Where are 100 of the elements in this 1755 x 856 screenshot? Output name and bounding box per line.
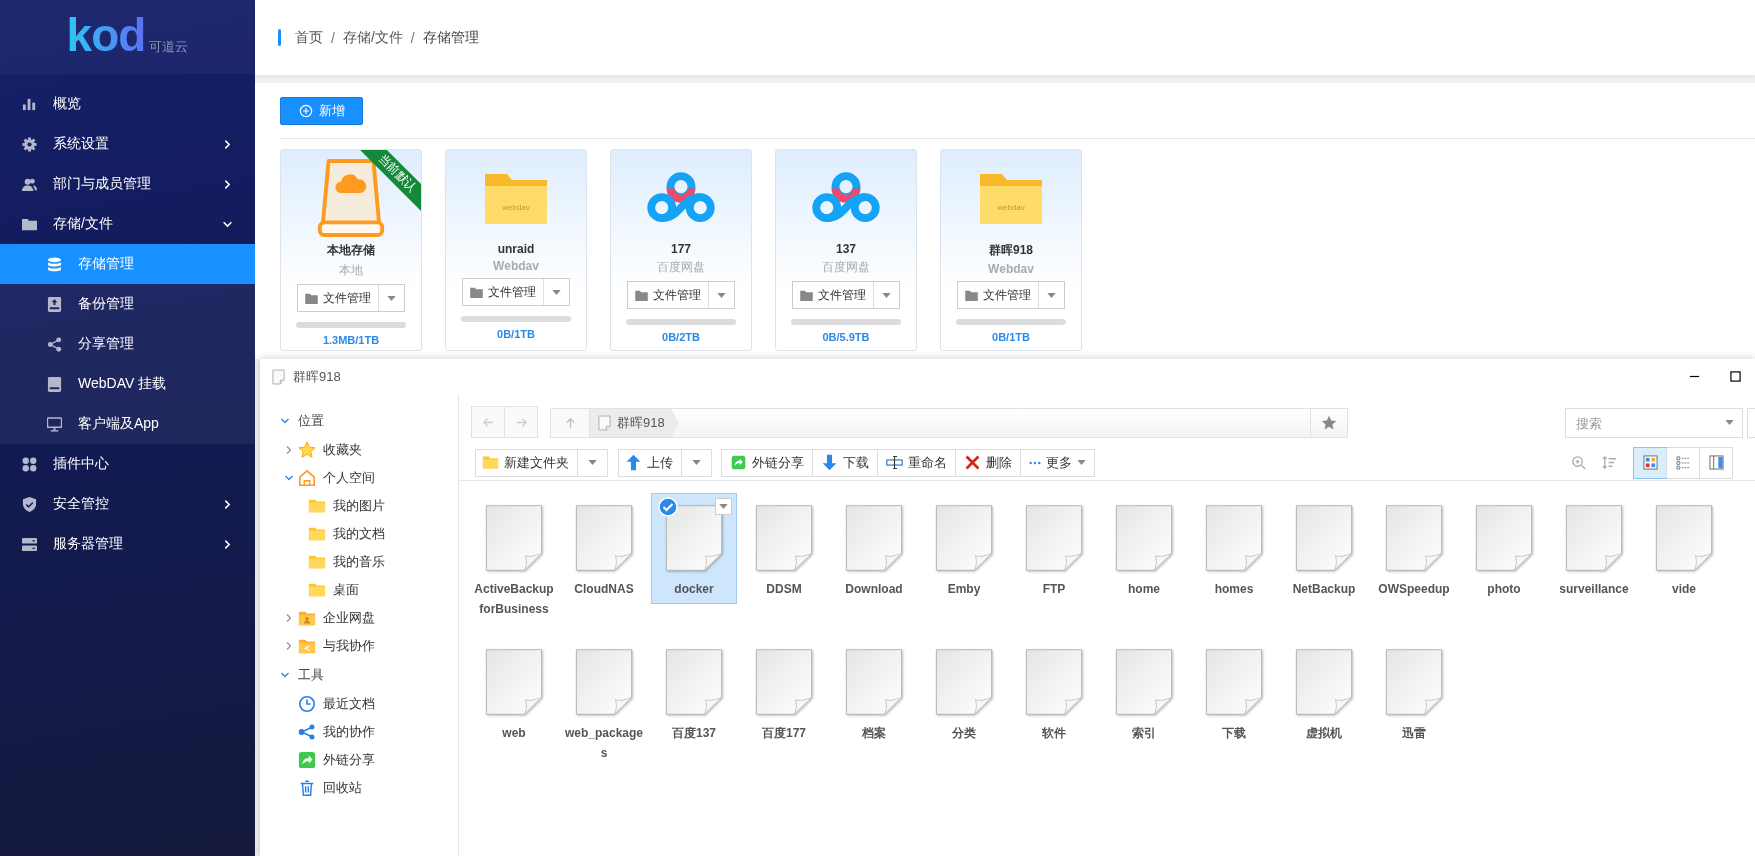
file-item[interactable]: 迅雷 bbox=[1371, 637, 1457, 748]
file-name: 索引 bbox=[1131, 725, 1157, 742]
file-item[interactable]: CloudNAS bbox=[561, 493, 647, 604]
file-manage-button[interactable]: 文件管理 bbox=[957, 281, 1065, 309]
file-item[interactable]: 下载 bbox=[1191, 637, 1277, 748]
file-item[interactable]: 档案 bbox=[831, 637, 917, 748]
storage-card[interactable]: 当前默认 本地存储 本地 文件管理 1.3MB/1TB bbox=[280, 149, 422, 351]
file-item[interactable]: ActiveBackupforBusiness bbox=[471, 493, 557, 624]
menu-item[interactable]: 存储/文件 bbox=[0, 204, 255, 244]
file-name: vide bbox=[1671, 581, 1697, 598]
breadcrumb-link[interactable]: 存储/文件 bbox=[342, 28, 403, 47]
storage-card[interactable]: webdav 群晖918 Webdav 文件管理 0B/1TB bbox=[940, 149, 1082, 351]
submenu-item[interactable]: 分享管理 bbox=[0, 324, 255, 364]
storage-name: 群晖918 bbox=[989, 242, 1033, 259]
menu-item[interactable]: 系统设置 bbox=[0, 124, 255, 164]
tree-item[interactable]: 最近文档 bbox=[260, 690, 458, 718]
file-name: web_packages bbox=[563, 725, 644, 762]
menu-item[interactable]: 安全管控 bbox=[0, 484, 255, 524]
file-item[interactable]: FTP bbox=[1011, 493, 1097, 604]
breadcrumb-link[interactable]: 存储管理 bbox=[422, 28, 479, 47]
search-field[interactable]: 搜索 bbox=[1565, 408, 1743, 438]
storage-type: 百度网盘 bbox=[822, 259, 870, 276]
submenu-item[interactable]: 备份管理 bbox=[0, 284, 255, 324]
tree-item[interactable]: 我的图片 bbox=[260, 492, 458, 520]
toolbar-split-button[interactable]: 新建文件夹 bbox=[475, 448, 608, 477]
tree-section-header[interactable]: 位置 bbox=[260, 406, 458, 436]
submenu-item[interactable]: WebDAV 挂载 bbox=[0, 364, 255, 404]
file-manage-button[interactable]: 文件管理 bbox=[627, 281, 735, 309]
storage-name: unraid bbox=[497, 242, 535, 256]
file-name: 百度137 bbox=[671, 725, 717, 742]
toolbar-button[interactable]: 更多 bbox=[1020, 448, 1095, 477]
file-item[interactable]: Download bbox=[831, 493, 917, 604]
file-item[interactable]: OWSpeedup bbox=[1371, 493, 1457, 604]
tree-item[interactable]: 与我协作 bbox=[260, 632, 458, 660]
file-item[interactable]: photo bbox=[1461, 493, 1547, 604]
file-name: 下载 bbox=[1221, 725, 1247, 742]
usage-text: 0B/1TB bbox=[497, 328, 535, 340]
file-item[interactable]: homes bbox=[1191, 493, 1277, 604]
tree-item[interactable]: 我的文档 bbox=[260, 520, 458, 548]
file-name: FTP bbox=[1041, 581, 1067, 598]
usage-text: 0B/5.9TB bbox=[822, 331, 870, 343]
file-item[interactable]: web bbox=[471, 637, 557, 748]
breadcrumb-separator: / bbox=[331, 29, 335, 46]
file-item[interactable]: 虚拟机 bbox=[1281, 637, 1367, 748]
file-item[interactable]: Emby bbox=[921, 493, 1007, 604]
file-item[interactable]: 索引 bbox=[1101, 637, 1187, 748]
breadcrumb-link[interactable]: 首页 bbox=[295, 28, 323, 47]
tree-section-header[interactable]: 工具 bbox=[260, 660, 458, 690]
file-item[interactable]: DDSM bbox=[741, 493, 827, 604]
file-item[interactable]: 分类 bbox=[921, 637, 1007, 748]
file-name: 分类 bbox=[951, 725, 977, 742]
file-manage-button[interactable]: 文件管理 bbox=[297, 284, 405, 312]
storage-type: Webdav bbox=[493, 259, 539, 273]
file-item[interactable]: web_packages bbox=[561, 637, 647, 768]
tree-item[interactable]: 外链分享 bbox=[260, 746, 458, 774]
storage-card[interactable]: 177 百度网盘 文件管理 0B/2TB bbox=[610, 149, 752, 351]
file-name: OWSpeedup bbox=[1377, 581, 1451, 598]
file-name: home bbox=[1127, 581, 1161, 598]
file-item[interactable]: 百度177 bbox=[741, 637, 827, 748]
file-item[interactable]: 软件 bbox=[1011, 637, 1097, 748]
tree-item[interactable]: 桌面 bbox=[260, 576, 458, 604]
tree-item[interactable]: 回收站 bbox=[260, 774, 458, 802]
file-name: homes bbox=[1213, 581, 1255, 598]
file-item[interactable]: 百度137 bbox=[651, 637, 737, 748]
file-name: Download bbox=[844, 581, 904, 598]
file-name: 软件 bbox=[1041, 725, 1067, 742]
tree-item[interactable]: 收藏夹 bbox=[260, 436, 458, 464]
toolbar-button[interactable]: 外链分享 bbox=[721, 448, 813, 477]
file-item[interactable]: surveillance bbox=[1551, 493, 1637, 604]
tree-item[interactable]: 我的协作 bbox=[260, 718, 458, 746]
file-item[interactable]: home bbox=[1101, 493, 1187, 604]
submenu-item[interactable]: 客户端及App bbox=[0, 404, 255, 444]
toolbar-button[interactable]: 下载 bbox=[812, 448, 878, 477]
file-item[interactable]: docker bbox=[651, 493, 737, 604]
file-name: NetBackup bbox=[1291, 581, 1357, 598]
menu-item[interactable]: 概览 bbox=[0, 84, 255, 124]
file-manage-button[interactable]: 文件管理 bbox=[792, 281, 900, 309]
file-item[interactable]: vide bbox=[1641, 493, 1727, 604]
menu-item[interactable]: 服务器管理 bbox=[0, 524, 255, 564]
usage-text: 0B/2TB bbox=[662, 331, 700, 343]
window-title: 群晖918 bbox=[293, 367, 341, 386]
file-manage-button[interactable]: 文件管理 bbox=[462, 278, 570, 306]
file-name: 档案 bbox=[861, 725, 887, 742]
storage-name: 本地存储 bbox=[327, 242, 375, 259]
file-name: photo bbox=[1486, 581, 1522, 598]
path-segment[interactable]: 群晖918 bbox=[590, 409, 679, 437]
tree-item[interactable]: 我的音乐 bbox=[260, 548, 458, 576]
toolbar-button[interactable]: 删除 bbox=[955, 448, 1021, 477]
tree-item[interactable]: 企业网盘 bbox=[260, 604, 458, 632]
menu-item[interactable]: 插件中心 bbox=[0, 444, 255, 484]
menu-item[interactable]: 部门与成员管理 bbox=[0, 164, 255, 204]
storage-card[interactable]: 137 百度网盘 文件管理 0B/5.9TB bbox=[775, 149, 917, 351]
file-name: Emby bbox=[946, 581, 982, 598]
toolbar-button[interactable]: 重命名 bbox=[877, 448, 956, 477]
toolbar-split-button[interactable]: 上传 bbox=[618, 448, 712, 477]
file-item[interactable]: NetBackup bbox=[1281, 493, 1367, 604]
file-name: docker bbox=[673, 581, 715, 598]
usage-text: 0B/1TB bbox=[992, 331, 1030, 343]
tree-item[interactable]: 个人空间 bbox=[260, 464, 458, 492]
storage-card[interactable]: webdav unraid Webdav 文件管理 0B/1TB bbox=[445, 149, 587, 351]
